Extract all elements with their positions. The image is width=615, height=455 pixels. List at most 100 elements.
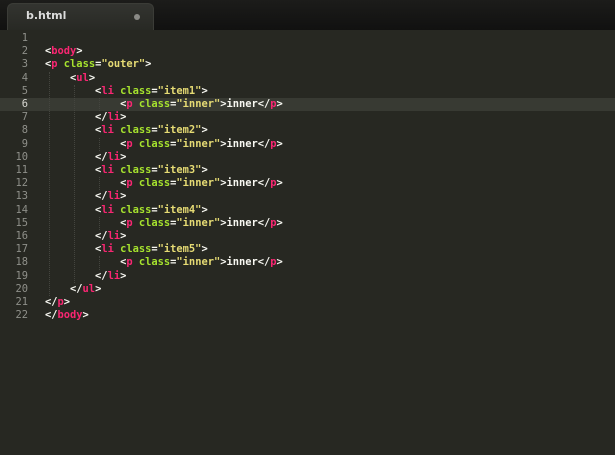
code-line-15[interactable]: 15 <p class="inner">inner</p> <box>0 217 615 230</box>
code-line-16[interactable]: 16 </li> <box>0 230 615 243</box>
code-text[interactable]: <ul> <box>45 72 95 85</box>
token-tag: li <box>107 150 121 163</box>
indent-guide <box>99 177 100 191</box>
code-text[interactable]: </p> <box>45 296 70 309</box>
line-number: 5 <box>21 84 28 97</box>
token-punc: </ <box>95 190 108 203</box>
unsaved-dot-icon[interactable] <box>134 14 140 20</box>
code-line-13[interactable]: 13 </li> <box>0 190 615 203</box>
token-tag: li <box>101 243 114 256</box>
line-number: 2 <box>21 45 28 58</box>
code-line-19[interactable]: 19 </li> <box>0 270 615 283</box>
token-punc: > <box>76 45 83 58</box>
code-text[interactable]: </li> <box>45 230 126 243</box>
token-tag: ul <box>76 71 89 84</box>
code-text[interactable]: </body> <box>45 309 89 322</box>
code-text[interactable]: </li> <box>45 270 126 283</box>
code-line-21[interactable]: 21 </p> <box>0 296 615 309</box>
code-text[interactable]: <p class="inner">inner</p> <box>45 138 283 151</box>
token-punc: > <box>120 269 127 282</box>
line-number: 17 <box>15 243 28 256</box>
token-text: inner <box>226 98 258 110</box>
token-punc: > <box>120 150 127 163</box>
token-attr: class <box>120 243 152 256</box>
line-number: 3 <box>21 58 28 71</box>
code-line-11[interactable]: 11 <li class="item3"> <box>0 164 615 177</box>
code-text[interactable]: <p class="inner">inner</p> <box>45 98 283 111</box>
token-punc: > <box>82 309 89 322</box>
line-number: 18 <box>15 256 28 269</box>
token-punc: > <box>276 216 283 229</box>
code-line-17[interactable]: 17 <li class="item5"> <box>0 243 615 256</box>
token-punc: </ <box>95 111 108 124</box>
token-punc: > <box>63 296 71 308</box>
token-attr: class <box>63 58 96 71</box>
indent-guide <box>99 98 100 112</box>
token-punc: </ <box>70 282 83 295</box>
line-number: 9 <box>21 137 28 150</box>
code-text[interactable]: <p class="inner">inner</p> <box>45 256 283 269</box>
indent-guide <box>99 216 100 230</box>
code-line-8[interactable]: 8 <li class="item2"> <box>0 124 615 137</box>
code-text[interactable]: </ul> <box>45 283 101 296</box>
token-punc: > <box>88 71 96 84</box>
token-tag: li <box>107 230 121 242</box>
token-punc: > <box>201 243 208 256</box>
code-line-4[interactable]: 4 <ul> <box>0 72 615 85</box>
token-attr: class <box>120 164 152 176</box>
code-line-3[interactable]: 3 <p class="outer"> <box>0 58 615 71</box>
code-text[interactable]: </li> <box>45 190 126 203</box>
code-line-10[interactable]: 10 </li> <box>0 151 615 164</box>
token-punc: </ <box>257 137 271 150</box>
token-punc: </ <box>257 177 271 190</box>
token-punc: </ <box>95 150 108 163</box>
code-line-12[interactable]: 12 <p class="inner">inner</p> <box>0 177 615 190</box>
code-text[interactable]: <p class="inner">inner</p> <box>45 217 283 230</box>
code-text[interactable]: <li class="item5"> <box>45 243 208 256</box>
token-str: "inner" <box>176 98 221 110</box>
token-str: "outer" <box>101 58 146 71</box>
code-text[interactable]: <body> <box>45 45 83 58</box>
code-line-20[interactable]: 20 </ul> <box>0 283 615 296</box>
indent-guide <box>49 71 50 296</box>
code-text[interactable]: <li class="item2"> <box>45 124 208 137</box>
code-line-18[interactable]: 18 <p class="inner">inner</p> <box>0 256 615 269</box>
code-text[interactable]: <li class="item1"> <box>45 85 208 98</box>
token-attr: class <box>120 84 152 97</box>
token-attr: class <box>120 124 152 137</box>
code-text[interactable]: <li class="item4"> <box>45 204 208 217</box>
code-text[interactable]: <p class="outer"> <box>45 58 151 71</box>
line-number: 16 <box>15 230 28 242</box>
code-text[interactable]: </li> <box>45 111 126 124</box>
code-line-7[interactable]: 7 </li> <box>0 111 615 124</box>
code-text[interactable]: <p class="inner">inner</p> <box>45 177 283 190</box>
token-attr: class <box>138 256 171 269</box>
token-tag: body <box>51 45 77 58</box>
token-punc: > <box>201 84 208 97</box>
code-line-6[interactable]: 6 <p class="inner">inner</p> <box>0 98 615 111</box>
code-text[interactable]: </li> <box>45 151 126 164</box>
token-tag: li <box>107 190 121 203</box>
token-str: "item3" <box>157 164 202 176</box>
code-line-22[interactable]: 22 </body> <box>0 309 615 322</box>
code-line-5[interactable]: 5 <li class="item1"> <box>0 85 615 98</box>
token-attr: class <box>138 216 171 229</box>
code-text[interactable]: <li class="item3"> <box>45 164 208 177</box>
tab-title[interactable]: b.html <box>26 9 66 22</box>
token-attr: class <box>138 177 171 190</box>
token-punc: > <box>276 98 283 110</box>
tab-b-html[interactable]: b.html <box>7 3 154 30</box>
token-text: inner <box>226 216 258 229</box>
code-line-2[interactable]: 2 <body> <box>0 45 615 58</box>
code-editor[interactable]: 1 2 <body> 3 <p class="outer"> 4 <ul> 5 <li cl… <box>0 30 615 455</box>
code-line-14[interactable]: 14 <li class="item4"> <box>0 204 615 217</box>
code-line-1[interactable]: 1 <box>0 32 615 45</box>
code-line-9[interactable]: 9 <p class="inner">inner</p> <box>0 138 615 151</box>
line-number: 22 <box>15 309 28 322</box>
